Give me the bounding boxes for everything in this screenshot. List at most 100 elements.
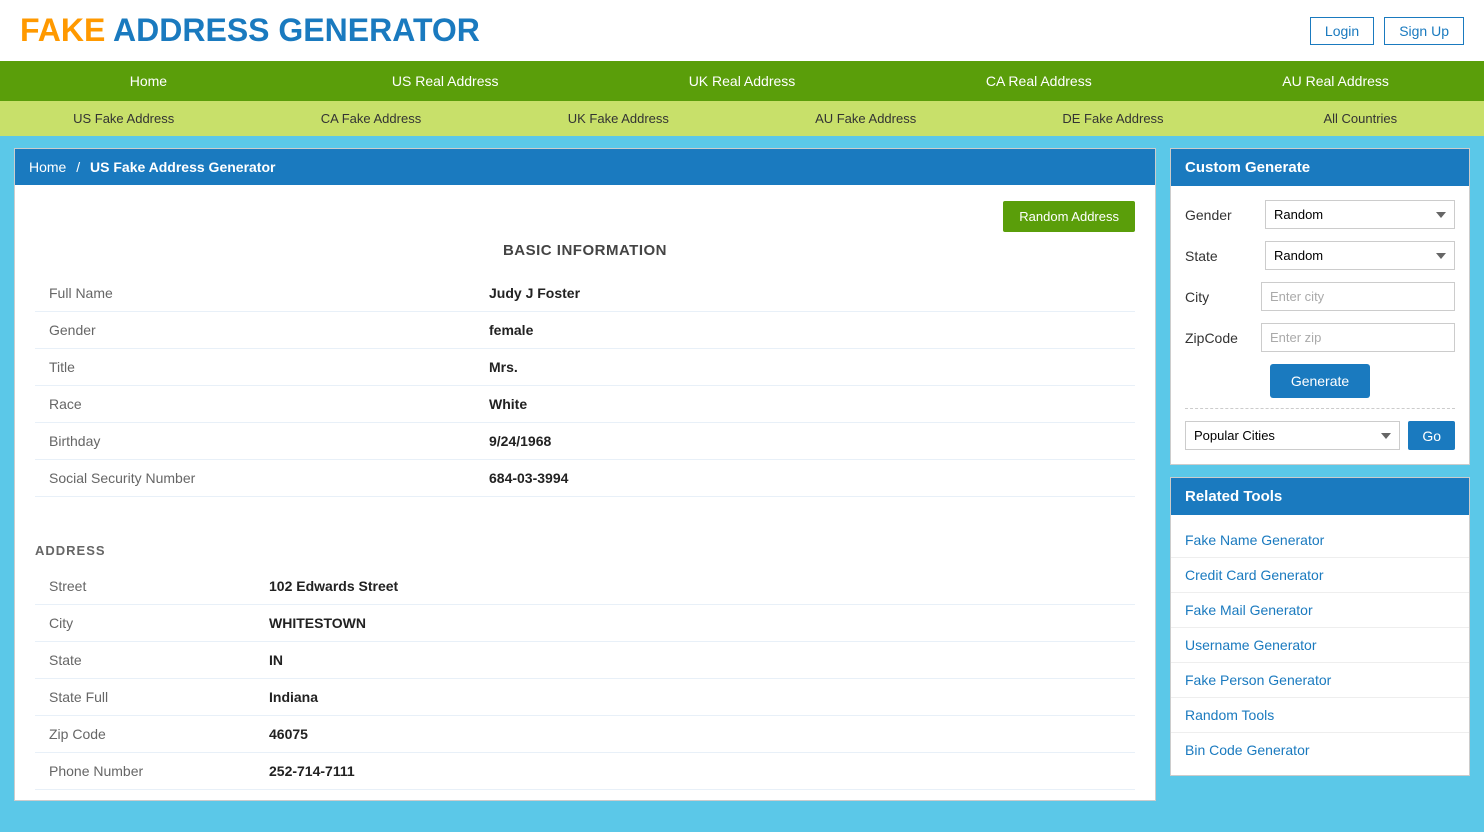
nav-green-ca-real[interactable]: CA Real Address [890, 61, 1187, 101]
breadcrumb: Home / US Fake Address Generator [15, 149, 1155, 185]
field-value: 684-03-3994 [475, 460, 1135, 497]
zipcode-label: ZipCode [1185, 330, 1261, 346]
related-tool-link[interactable]: Fake Person Generator [1171, 663, 1469, 698]
custom-gen-panel: Custom Generate Gender Random Male Femal… [1170, 148, 1470, 465]
field-value: 9/24/1968 [475, 423, 1135, 460]
logo-rest: ADDRESS GENERATOR [105, 12, 480, 48]
nav-green-us-real[interactable]: US Real Address [297, 61, 594, 101]
logo: FAKE ADDRESS GENERATOR [20, 12, 480, 49]
zipcode-row: ZipCode [1185, 323, 1455, 352]
related-tool-link[interactable]: Fake Name Generator [1171, 523, 1469, 558]
city-input[interactable] [1261, 282, 1455, 311]
popular-cities-select[interactable]: Popular Cities [1185, 421, 1400, 450]
addr-value: 102 Edwards Street [255, 568, 1135, 605]
custom-gen-body: Gender Random Male Female State Random C… [1171, 186, 1469, 464]
login-button[interactable]: Login [1310, 17, 1374, 45]
random-address-button[interactable]: Random Address [1003, 201, 1135, 232]
related-tools-body: Fake Name GeneratorCredit Card Generator… [1171, 515, 1469, 775]
address-row: CityWHITESTOWN [35, 605, 1135, 642]
nav-light-ca-fake[interactable]: CA Fake Address [247, 101, 494, 136]
field-value: Mrs. [475, 349, 1135, 386]
basic-info-row: RaceWhite [35, 386, 1135, 423]
gender-row: Gender Random Male Female [1185, 200, 1455, 229]
field-label: Title [35, 349, 475, 386]
content-panel: Home / US Fake Address Generator Random … [14, 148, 1156, 801]
basic-info-row: Social Security Number684-03-3994 [35, 460, 1135, 497]
address-row: Phone Number252-714-7111 [35, 753, 1135, 790]
nav-green-au-real[interactable]: AU Real Address [1187, 61, 1484, 101]
nav-light-us-fake[interactable]: US Fake Address [0, 101, 247, 136]
addr-label: City [35, 605, 255, 642]
field-value: female [475, 312, 1135, 349]
field-label: Race [35, 386, 475, 423]
header: FAKE ADDRESS GENERATOR Login Sign Up [0, 0, 1484, 61]
state-select[interactable]: Random [1265, 241, 1455, 270]
nav-light-all-countries[interactable]: All Countries [1237, 101, 1484, 136]
related-tool-link[interactable]: Random Tools [1171, 698, 1469, 733]
addr-label: Phone Number [35, 753, 255, 790]
main-wrap: Home / US Fake Address Generator Random … [0, 136, 1484, 813]
nav-green-uk-real[interactable]: UK Real Address [594, 61, 891, 101]
basic-info-row: Birthday9/24/1968 [35, 423, 1135, 460]
related-tool-link[interactable]: Bin Code Generator [1171, 733, 1469, 767]
addr-label: State [35, 642, 255, 679]
custom-gen-title: Custom Generate [1171, 149, 1469, 186]
sidebar: Custom Generate Gender Random Male Femal… [1170, 148, 1470, 801]
addr-value: Indiana [255, 679, 1135, 716]
basic-info-row: Full NameJudy J Foster [35, 275, 1135, 312]
related-tool-link[interactable]: Fake Mail Generator [1171, 593, 1469, 628]
popular-row: Popular Cities Go [1185, 408, 1455, 450]
gender-label: Gender [1185, 207, 1265, 223]
address-row: Zip Code46075 [35, 716, 1135, 753]
gender-select[interactable]: Random Male Female [1265, 200, 1455, 229]
related-tools-title: Related Tools [1171, 478, 1469, 515]
address-table: Street102 Edwards StreetCityWHITESTOWNSt… [35, 568, 1135, 790]
addr-value: IN [255, 642, 1135, 679]
nav-green: Home US Real Address UK Real Address CA … [0, 61, 1484, 101]
basic-info-row: TitleMrs. [35, 349, 1135, 386]
content-inner: Random Address BASIC INFORMATION Full Na… [15, 185, 1155, 533]
field-value: White [475, 386, 1135, 423]
address-row: State FullIndiana [35, 679, 1135, 716]
breadcrumb-home[interactable]: Home [29, 159, 66, 175]
related-tools-panel: Related Tools Fake Name GeneratorCredit … [1170, 477, 1470, 776]
basic-info-title: BASIC INFORMATION [35, 242, 1135, 259]
header-buttons: Login Sign Up [1310, 17, 1464, 45]
addr-value: 46075 [255, 716, 1135, 753]
address-section: ADDRESS Street102 Edwards StreetCityWHIT… [15, 533, 1155, 800]
city-label: City [1185, 289, 1261, 305]
nav-light-de-fake[interactable]: DE Fake Address [989, 101, 1236, 136]
logo-fake: FAKE [20, 12, 105, 48]
address-row: StateIN [35, 642, 1135, 679]
addr-value: WHITESTOWN [255, 605, 1135, 642]
state-row: State Random [1185, 241, 1455, 270]
related-tool-link[interactable]: Credit Card Generator [1171, 558, 1469, 593]
nav-light-au-fake[interactable]: AU Fake Address [742, 101, 989, 136]
basic-info-row: Genderfemale [35, 312, 1135, 349]
field-label: Full Name [35, 275, 475, 312]
nav-light: US Fake Address CA Fake Address UK Fake … [0, 101, 1484, 136]
field-label: Social Security Number [35, 460, 475, 497]
breadcrumb-current: US Fake Address Generator [90, 159, 275, 175]
nav-light-uk-fake[interactable]: UK Fake Address [495, 101, 742, 136]
addr-label: State Full [35, 679, 255, 716]
signup-button[interactable]: Sign Up [1384, 17, 1464, 45]
basic-info-table: Full NameJudy J FosterGenderfemaleTitleM… [35, 275, 1135, 497]
go-button[interactable]: Go [1408, 421, 1455, 450]
generate-button[interactable]: Generate [1270, 364, 1370, 398]
city-row: City [1185, 282, 1455, 311]
field-label: Birthday [35, 423, 475, 460]
addr-label: Zip Code [35, 716, 255, 753]
field-label: Gender [35, 312, 475, 349]
addr-value: 252-714-7111 [255, 753, 1135, 790]
field-value: Judy J Foster [475, 275, 1135, 312]
random-btn-row: Random Address [35, 201, 1135, 232]
addr-label: Street [35, 568, 255, 605]
state-label: State [1185, 248, 1265, 264]
address-title: ADDRESS [35, 543, 1135, 558]
breadcrumb-separator: / [76, 159, 80, 175]
related-tool-link[interactable]: Username Generator [1171, 628, 1469, 663]
nav-green-home[interactable]: Home [0, 61, 297, 101]
zipcode-input[interactable] [1261, 323, 1455, 352]
address-row: Street102 Edwards Street [35, 568, 1135, 605]
